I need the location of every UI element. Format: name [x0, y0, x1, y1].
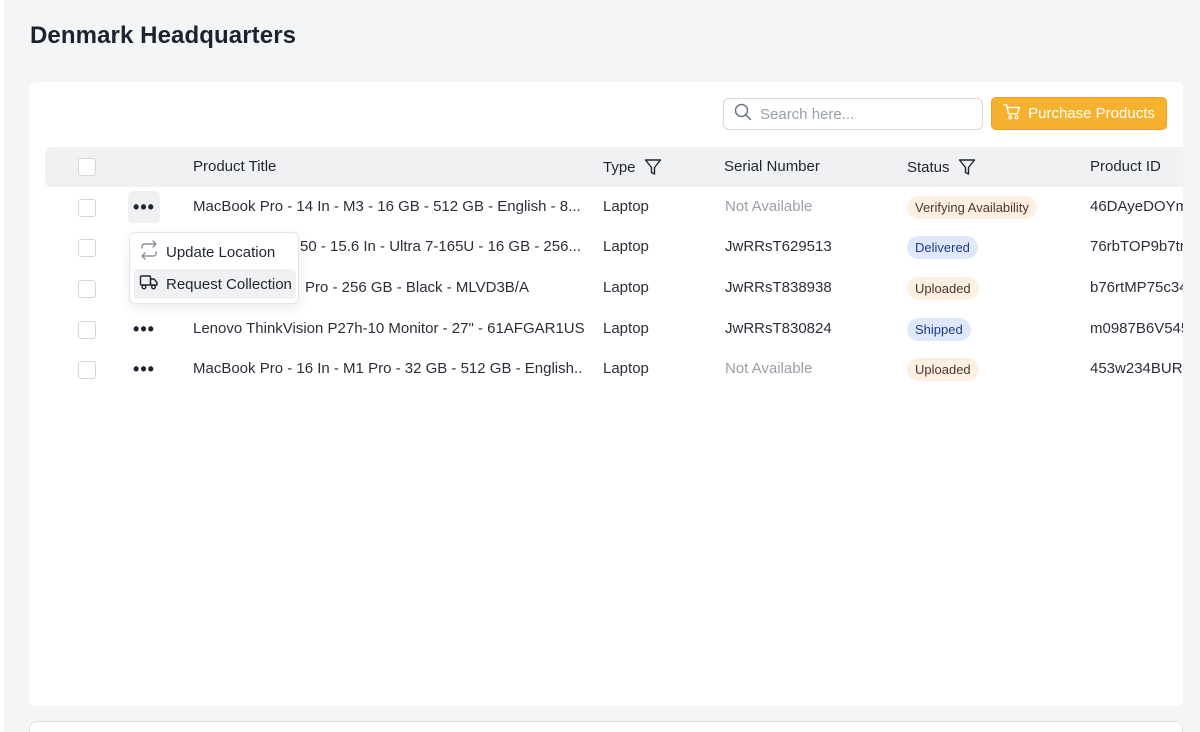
row-checkbox[interactable]: [78, 239, 96, 257]
product-id: b76rtMP75c34: [1090, 279, 1183, 296]
table-row: ••• MacBook Pro - 16 In - M1 Pro - 32 GB…: [29, 349, 1183, 389]
product-id: 453w234BUR7: [1090, 360, 1183, 377]
type-filter-icon[interactable]: [644, 158, 662, 176]
serial-number: Not Available: [725, 198, 813, 215]
product-type: Laptop: [603, 198, 649, 215]
arrows-swap-icon: [139, 240, 159, 264]
row-menu-button[interactable]: •••: [128, 191, 160, 223]
product-id: 76rbTOP9b7tr: [1090, 238, 1183, 255]
left-strip: [0, 0, 4, 732]
select-all-checkbox[interactable]: [78, 158, 96, 176]
table-row: ••• Lenovo ThinkVision P27h-10 Monitor -…: [29, 309, 1183, 349]
product-title: MacBook Pro - 16 In - M1 Pro - 32 GB - 5…: [193, 360, 583, 377]
row-menu-button[interactable]: •••: [128, 313, 160, 345]
product-title: 50 - 15.6 In - Ultra 7-165U - 16 GB - 25…: [300, 238, 581, 255]
serial-number: JwRRsT830824: [725, 320, 832, 337]
search-input[interactable]: [760, 105, 960, 123]
purchase-products-button[interactable]: Purchase Products: [991, 97, 1167, 130]
column-type-label: Type: [603, 158, 636, 176]
column-header-type: Type: [603, 158, 662, 176]
menu-item-request-collection[interactable]: Request Collection: [134, 269, 296, 299]
cart-icon: [1003, 103, 1021, 125]
status-badge: Uploaded: [907, 277, 979, 300]
product-title: MacBook Pro - 14 In - M3 - 16 GB - 512 G…: [193, 198, 581, 215]
status-badge: Uploaded: [907, 358, 979, 381]
menu-item-label: Request Collection: [166, 275, 292, 293]
bottom-panel: [29, 721, 1183, 732]
column-header-serial: Serial Number: [724, 158, 820, 175]
product-type: Laptop: [603, 279, 649, 296]
column-status-label: Status: [907, 158, 950, 176]
product-type: Laptop: [603, 238, 649, 255]
truck-icon: [139, 272, 159, 296]
search-icon: [734, 103, 752, 126]
purchase-products-label: Purchase Products: [1028, 105, 1155, 122]
search-box[interactable]: [723, 98, 983, 130]
page: Denmark Headquarters Purchase Products P…: [0, 0, 1200, 732]
column-title-label: Product Title: [193, 158, 277, 175]
serial-number: JwRRsT838938: [725, 279, 832, 296]
menu-item-label: Update Location: [166, 243, 276, 261]
column-header-title: Product Title: [193, 158, 276, 175]
column-serial-label: Serial Number: [724, 158, 820, 175]
status-badge: Verifying Availability: [907, 196, 1037, 219]
product-type: Laptop: [603, 320, 649, 337]
product-title: Lenovo ThinkVision P27h-10 Monitor - 27"…: [193, 320, 585, 337]
row-context-menu: Update Location Request Collection: [129, 232, 299, 304]
product-type: Laptop: [603, 360, 649, 377]
row-checkbox[interactable]: [78, 321, 96, 339]
page-title: Denmark Headquarters: [30, 22, 297, 49]
product-id: m0987B6V545: [1090, 320, 1183, 337]
row-menu-button[interactable]: •••: [128, 353, 160, 385]
status-badge: Delivered: [907, 236, 978, 259]
table-header: Product Title Type Serial Number Status …: [45, 147, 1183, 187]
column-header-status: Status: [907, 158, 976, 176]
row-checkbox[interactable]: [78, 280, 96, 298]
serial-number: JwRRsT629513: [725, 238, 832, 255]
column-header-product-id: Product ID: [1090, 158, 1161, 175]
status-filter-icon[interactable]: [958, 158, 976, 176]
serial-number: Not Available: [725, 360, 813, 377]
product-id: 46DAyeDOYm: [1090, 198, 1183, 215]
products-card: Purchase Products Product Title Type Ser…: [29, 82, 1183, 706]
column-product-id-label: Product ID: [1090, 158, 1161, 175]
menu-item-update-location[interactable]: Update Location: [134, 237, 296, 267]
row-checkbox[interactable]: [78, 361, 96, 379]
product-title: Pro - 256 GB - Black - MLVD3B/A: [305, 279, 529, 296]
status-badge: Shipped: [907, 318, 971, 341]
table-row: ••• MacBook Pro - 14 In - M3 - 16 GB - 5…: [29, 187, 1183, 227]
row-checkbox[interactable]: [78, 199, 96, 217]
